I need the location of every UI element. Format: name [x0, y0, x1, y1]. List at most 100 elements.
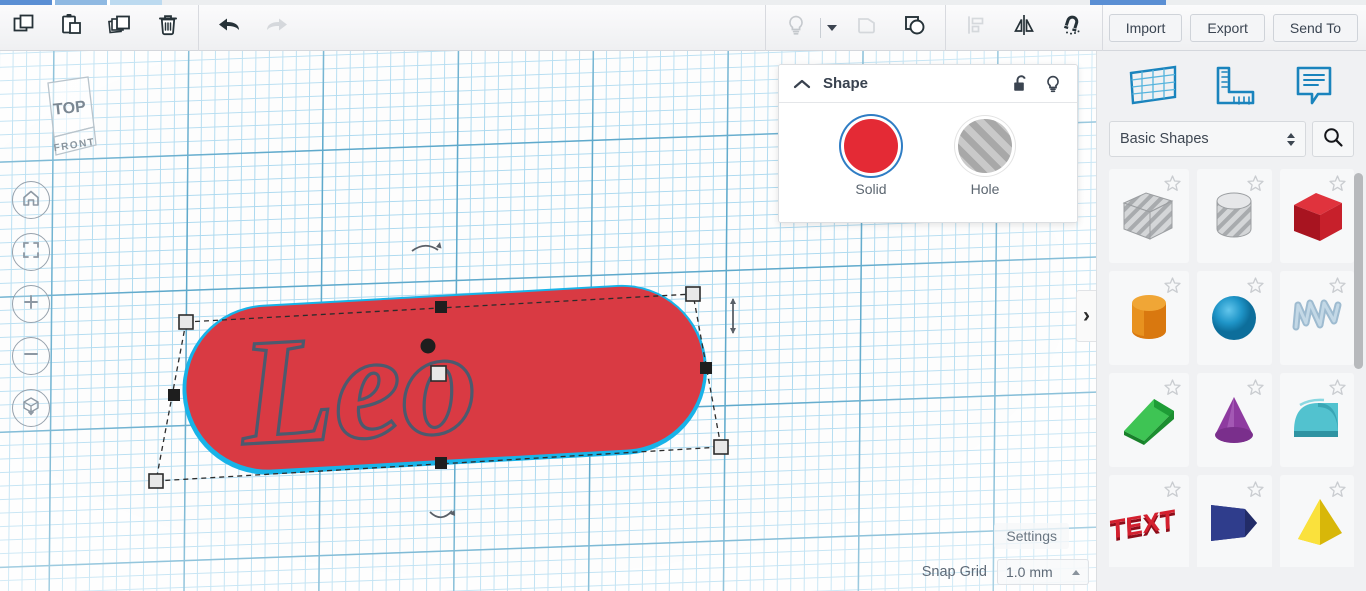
fit-view-button[interactable] — [12, 233, 50, 271]
history-tools-group — [205, 5, 301, 51]
shape-card-box-hole[interactable] — [1109, 169, 1189, 263]
shape-card-roof[interactable] — [1109, 373, 1189, 467]
shape-light-button[interactable] — [1043, 73, 1063, 95]
snap-grid-value: 1.0 mm — [1006, 564, 1053, 580]
snap-magnet-button[interactable] — [1048, 5, 1096, 51]
svg-text:TEXT: TEXT — [1109, 503, 1175, 545]
shape-panel-scrollbar[interactable] — [1354, 173, 1363, 567]
shape-card-scribble[interactable] — [1279, 271, 1354, 365]
shape-card-arrow[interactable] — [1197, 475, 1272, 567]
viewcube-top-label: TOP — [52, 98, 87, 118]
mirror-button[interactable] — [1000, 5, 1048, 51]
shapes-panel: Basic Shapes TEXT TEXT — [1096, 51, 1366, 591]
view-cube[interactable]: TOP FRONT — [26, 69, 110, 161]
duplicate-button[interactable] — [96, 5, 144, 51]
perspective-toggle-button[interactable] — [12, 389, 50, 427]
undo-button[interactable] — [205, 5, 253, 51]
snap-grid-bar: Snap Grid 1.0 mm — [922, 559, 1089, 585]
favorite-star-icon[interactable] — [1246, 276, 1265, 300]
favorite-star-icon[interactable] — [1246, 378, 1265, 402]
paste-button[interactable] — [48, 5, 96, 51]
delete-button[interactable] — [144, 5, 192, 51]
import-button[interactable]: Import — [1108, 13, 1183, 42]
favorite-star-icon[interactable] — [1328, 378, 1347, 402]
redo-button[interactable] — [253, 5, 301, 51]
favorite-star-icon[interactable] — [1328, 480, 1347, 504]
canvas-nav-controls — [12, 181, 50, 427]
shape-card-cylinder-hole[interactable] — [1197, 169, 1272, 263]
shape-card-sphere[interactable] — [1197, 271, 1272, 365]
group-shapes-icon — [853, 12, 881, 43]
collapse-inspector-button[interactable] — [793, 77, 811, 91]
favorite-star-icon[interactable] — [1328, 174, 1347, 198]
ungroup-shapes-icon — [901, 12, 929, 43]
select-spinner-icon — [1287, 132, 1295, 146]
shape-card-cone[interactable] — [1197, 373, 1272, 467]
favorite-star-icon[interactable] — [1163, 378, 1182, 402]
light-dropdown-button[interactable] — [821, 5, 843, 51]
send-to-button[interactable]: Send To — [1272, 13, 1358, 42]
shape-card-cylinder[interactable] — [1109, 271, 1189, 365]
toolbar-divider — [944, 4, 946, 51]
chevron-down-icon — [826, 24, 837, 31]
snap-grid-select[interactable]: 1.0 mm — [997, 559, 1089, 585]
workplane-tool-button[interactable] — [1125, 63, 1181, 109]
group-button[interactable] — [843, 5, 891, 51]
favorite-star-icon[interactable] — [1328, 276, 1347, 300]
favorite-star-icon[interactable] — [1246, 480, 1265, 504]
shape-category-value: Basic Shapes — [1120, 131, 1209, 147]
shape-category-row: Basic Shapes — [1097, 121, 1366, 169]
mirror-icon — [1010, 12, 1038, 43]
align-icon — [963, 12, 989, 43]
favorite-star-icon[interactable] — [1246, 174, 1265, 198]
favorite-star-icon[interactable] — [1163, 480, 1182, 504]
ruler-tool-button[interactable] — [1209, 63, 1261, 109]
inspector-title: Shape — [823, 75, 869, 92]
toolbar-divider — [198, 4, 199, 51]
redo-arrow-icon — [262, 12, 292, 43]
panel-expand-tab[interactable]: › — [1076, 290, 1096, 342]
shape-inspector-panel: Shape Solid Hole — [778, 64, 1078, 223]
paste-icon — [59, 12, 85, 43]
shape-card-text[interactable]: TEXT TEXT — [1109, 475, 1189, 567]
lightbulb-icon — [784, 12, 808, 43]
lock-toggle-button[interactable] — [1011, 73, 1031, 95]
zoom-out-button[interactable] — [12, 337, 50, 375]
align-button[interactable] — [952, 5, 1000, 51]
home-view-button[interactable] — [12, 181, 50, 219]
toolbar-divider — [764, 4, 766, 51]
inspector-header: Shape — [779, 65, 1077, 103]
copy-icon — [11, 12, 37, 43]
snap-magnet-icon — [1058, 12, 1086, 43]
solid-swatch[interactable] — [844, 119, 898, 173]
panel-tool-icons — [1097, 51, 1366, 121]
settings-button[interactable]: Settings — [994, 523, 1069, 549]
grouping-tools-group — [843, 5, 939, 51]
fit-brackets-icon — [21, 240, 41, 265]
cube-arrow-icon — [20, 395, 42, 422]
shape-card-box[interactable] — [1279, 169, 1354, 263]
solid-option[interactable]: Solid — [844, 119, 898, 197]
shape-card-tube[interactable] — [1279, 373, 1354, 467]
shape-card-pyramid[interactable] — [1279, 475, 1354, 567]
note-tool-button[interactable] — [1290, 63, 1338, 109]
plus-icon — [21, 292, 41, 317]
edit-tools-group — [0, 5, 192, 51]
hole-label: Hole — [970, 181, 1000, 197]
hole-swatch[interactable] — [958, 119, 1012, 173]
favorite-star-icon[interactable] — [1163, 174, 1182, 198]
minus-icon — [21, 344, 41, 369]
shape-search-button[interactable] — [1312, 121, 1354, 157]
export-button[interactable]: Export — [1190, 13, 1265, 42]
arrange-tools-group — [952, 5, 1096, 51]
ungroup-button[interactable] — [891, 5, 939, 51]
zoom-in-button[interactable] — [12, 285, 50, 323]
hole-option[interactable]: Hole — [958, 119, 1012, 197]
light-button[interactable] — [772, 5, 820, 51]
copy-button[interactable] — [0, 5, 48, 51]
chevron-up-icon — [1072, 569, 1080, 575]
shape-gallery[interactable]: TEXT TEXT — [1097, 169, 1366, 567]
scrollbar-thumb[interactable] — [1354, 173, 1363, 369]
shape-category-select[interactable]: Basic Shapes — [1109, 121, 1306, 157]
favorite-star-icon[interactable] — [1163, 276, 1182, 300]
